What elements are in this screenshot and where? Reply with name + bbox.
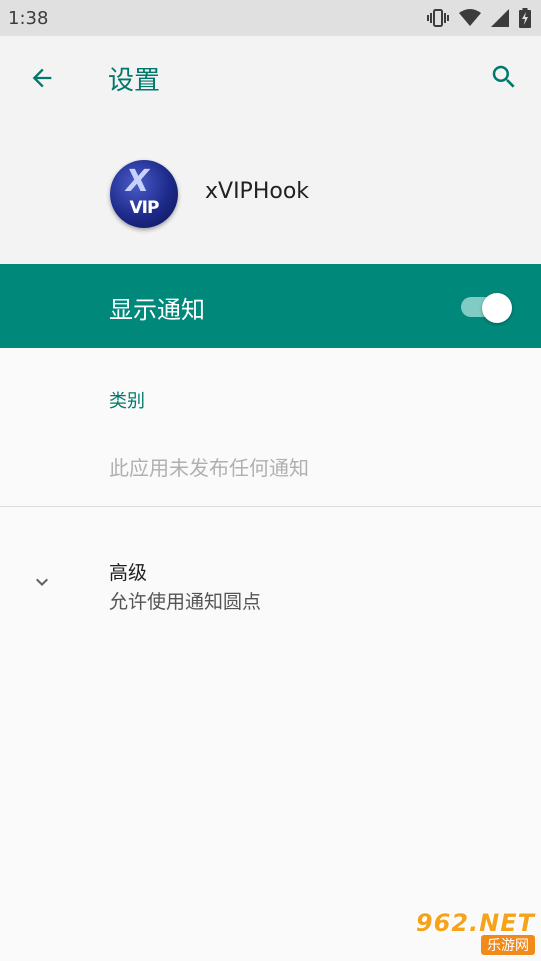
status-icons	[427, 8, 531, 28]
show-notifications-label: 显示通知	[109, 296, 205, 324]
app-bar: 设置	[0, 36, 541, 122]
arrow-back-icon	[28, 64, 56, 96]
notifications-switch-thumb[interactable]	[482, 293, 512, 323]
category-heading: 类别	[109, 391, 145, 412]
category-empty-text: 此应用未发布任何通知	[109, 456, 309, 480]
app-header: X VIP xVIPHook	[0, 122, 541, 264]
logo-mark: X	[126, 164, 150, 199]
divider	[0, 506, 541, 507]
status-time: 1:38	[8, 7, 49, 29]
watermark-sub: 乐游网	[481, 935, 535, 955]
search-icon	[489, 62, 519, 96]
watermark: 962.NET 乐游网	[401, 909, 535, 955]
search-button[interactable]	[487, 62, 521, 96]
advanced-summary: 允许使用通知圆点	[109, 591, 262, 613]
advanced-row[interactable]: 高级 允许使用通知圆点	[0, 540, 541, 630]
page-title: 设置	[108, 66, 161, 96]
signal-icon	[491, 9, 509, 27]
back-button[interactable]	[26, 64, 58, 96]
logo-text: VIP	[129, 198, 160, 218]
advanced-title: 高级	[109, 562, 148, 584]
show-notifications-row[interactable]: 显示通知	[0, 264, 541, 348]
status-bar: 1:38	[0, 0, 541, 36]
vibrate-icon	[427, 9, 449, 27]
chevron-down-icon	[30, 570, 54, 594]
wifi-icon	[459, 9, 481, 27]
watermark-main: 962.NET	[415, 909, 535, 937]
app-name: xVIPHook	[205, 179, 310, 204]
app-logo: X VIP	[110, 160, 178, 228]
battery-charging-icon	[519, 8, 531, 28]
